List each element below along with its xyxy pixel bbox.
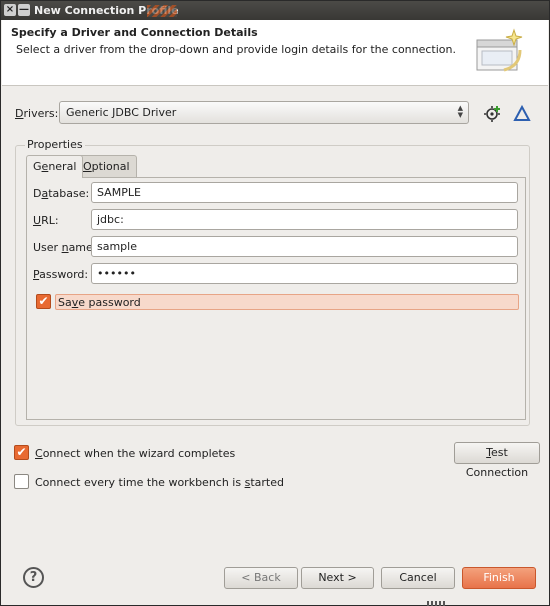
wizard-banner-icon [476,28,523,72]
edit-driver-icon[interactable] [513,105,531,123]
url-label: URL: [33,214,59,227]
save-password-label[interactable]: Save password [55,294,519,310]
new-driver-icon[interactable] [484,104,502,122]
close-window-button[interactable]: × [4,4,16,16]
title-bar-grip [147,5,177,17]
wizard-header: Specify a Driver and Connection Details … [2,20,548,86]
back-button[interactable]: < Back [224,567,298,589]
cancel-button[interactable]: Cancel [381,567,455,589]
minimize-window-button[interactable]: — [18,4,30,16]
connect-on-finish-label[interactable]: Connect when the wizard completes [35,447,235,460]
help-icon[interactable]: ? [23,567,44,588]
database-field[interactable]: SAMPLE [91,182,518,203]
username-field[interactable]: sample [91,236,518,257]
drivers-dropdown[interactable]: Generic JDBC Driver ▲ ▼ [59,101,469,124]
resize-grip[interactable] [427,601,447,606]
tab-optional[interactable]: Optional [76,155,137,177]
database-label: Database: [33,187,90,200]
drivers-label: Drivers: [15,107,59,120]
connect-on-start-label[interactable]: Connect every time the workbench is star… [35,476,284,489]
connection-profile-dialog: × — New Connection Profile Specify a Dri… [0,0,550,606]
connect-on-finish-checkbox[interactable]: ✔ [14,445,29,460]
properties-group-title: Properties [25,138,85,151]
title-bar: × — New Connection Profile [1,1,549,20]
next-button[interactable]: Next > [301,567,374,589]
drivers-selected-value: Generic JDBC Driver [66,106,177,119]
password-field[interactable]: •••••• [91,263,518,284]
save-password-checkbox[interactable]: ✔ [36,294,51,309]
wizard-page-description: Select a driver from the drop-down and p… [16,43,456,56]
password-label: Password: [33,268,89,281]
finish-button[interactable]: Finish [462,567,536,589]
username-label: User name: [33,241,97,254]
tab-general[interactable]: General [26,155,84,178]
url-field[interactable]: jdbc: [91,209,518,230]
connect-on-start-checkbox[interactable] [14,474,29,489]
test-connection-button[interactable]: Test Connection [454,442,540,479]
wizard-page-title: Specify a Driver and Connection Details [11,26,258,39]
dropdown-spin-icon: ▲ ▼ [457,104,463,119]
